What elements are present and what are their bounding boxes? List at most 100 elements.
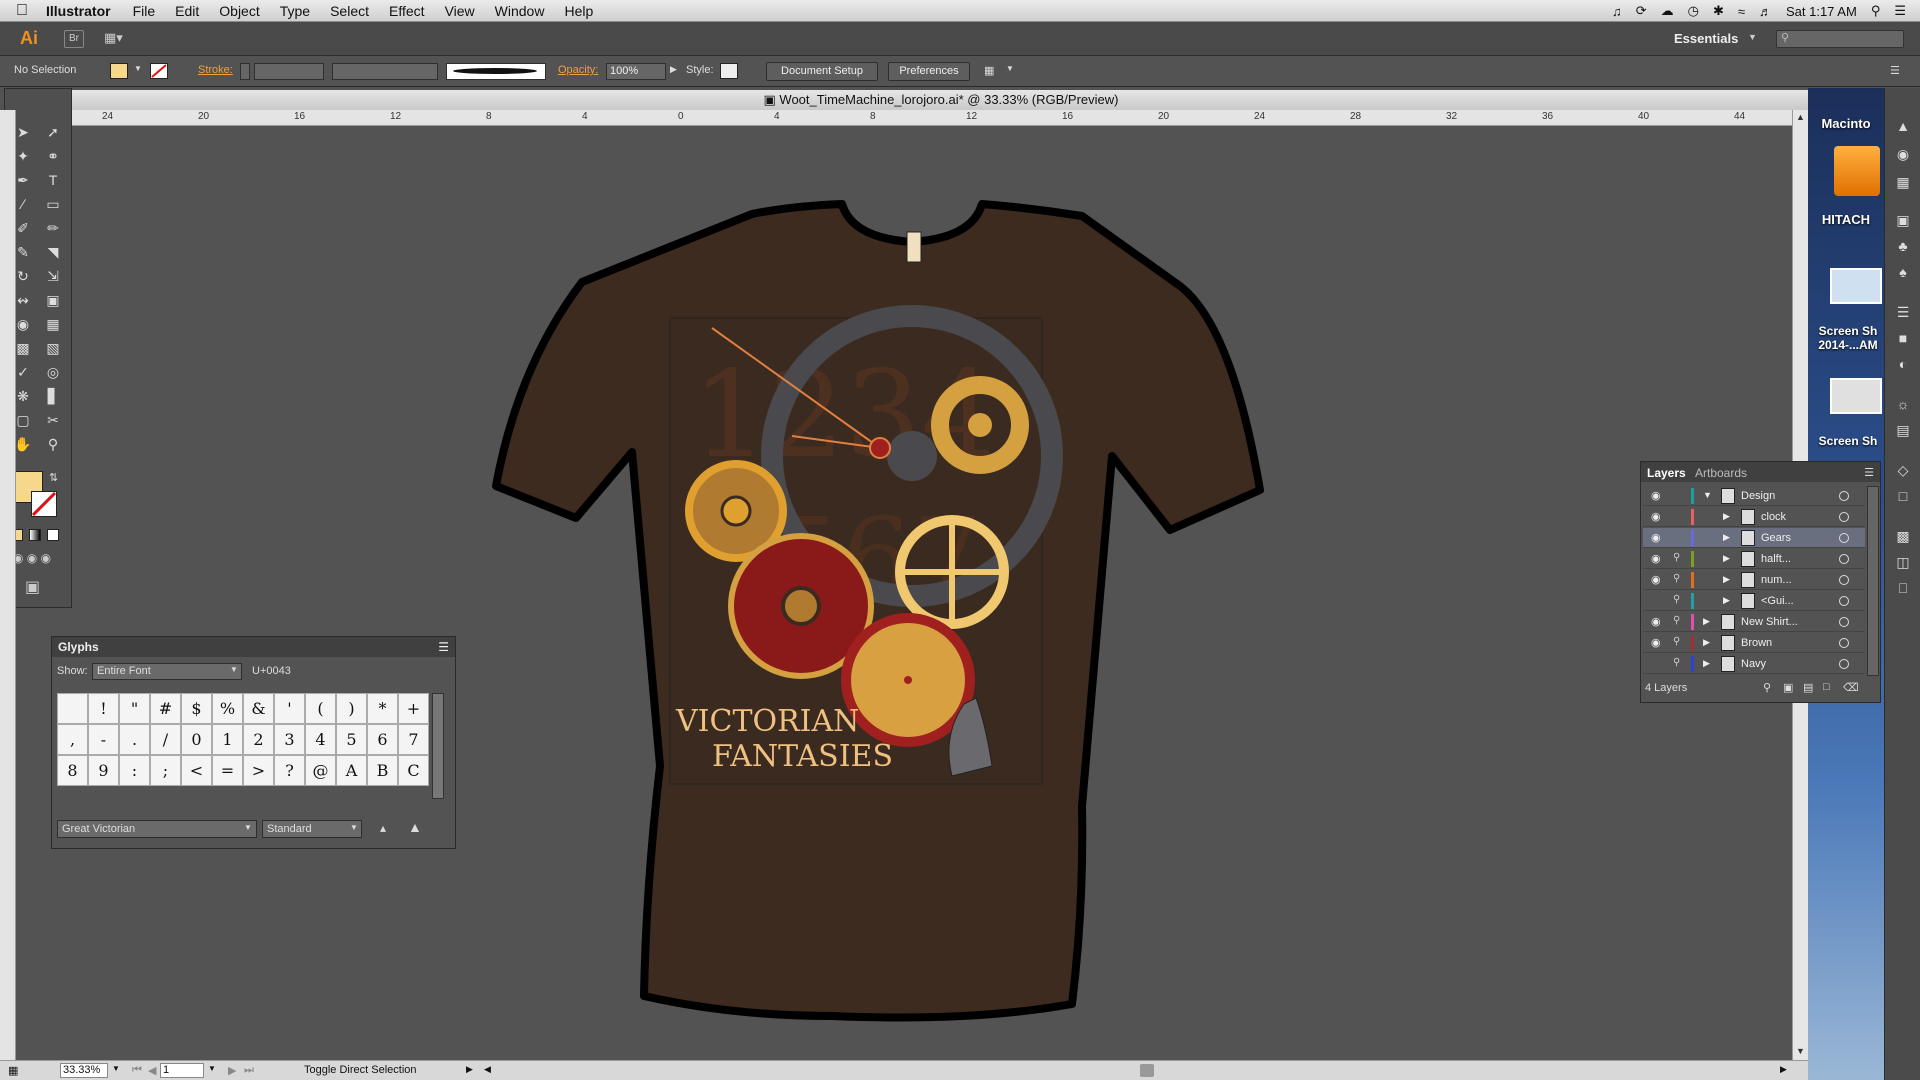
stroke-stepper[interactable] (240, 63, 250, 80)
visibility-eye-icon[interactable]: ◉ (1651, 615, 1661, 628)
layer-row[interactable]: ◉ ⚲ ▶ halft... (1643, 549, 1865, 569)
layer-name[interactable]: New Shirt... (1741, 616, 1798, 628)
menu-edit[interactable]: Edit (175, 3, 199, 19)
delete-layer-icon[interactable]: ⌫ (1843, 681, 1859, 694)
layer-row[interactable]: ◉ ▶ Gears (1643, 528, 1865, 548)
glyph-cell[interactable]: / (150, 724, 181, 755)
layer-row[interactable]: ◉ ▶ clock (1643, 507, 1865, 527)
zoom-field[interactable]: 33.33% (60, 1063, 108, 1078)
glyph-cell[interactable]: - (88, 724, 119, 755)
volume-icon[interactable]: ♬ (1759, 4, 1772, 19)
arrange-icon[interactable]: ▦ (984, 64, 994, 77)
visibility-eye-icon[interactable]: ◉ (1651, 573, 1661, 586)
glyph-cell[interactable]: , (57, 724, 88, 755)
stroke-label[interactable]: Stroke: (198, 64, 233, 76)
layer-name[interactable]: num... (1761, 574, 1792, 586)
time-machine-icon[interactable]: ◷ (1688, 3, 1699, 19)
target-circle-icon[interactable] (1839, 659, 1849, 669)
layer-row[interactable]: ◉ ⚲ ▶ Brown (1643, 633, 1865, 653)
menu-file[interactable]: File (133, 3, 156, 19)
glyph-cell[interactable]: * (367, 693, 398, 724)
menu-help[interactable]: Help (564, 3, 593, 19)
expand-triangle-icon[interactable]: ▶ (1723, 511, 1730, 522)
layer-name[interactable]: Design (1741, 490, 1775, 502)
lock-icon[interactable]: ⚲ (1673, 615, 1680, 626)
opacity-label[interactable]: Opacity: (558, 64, 598, 76)
slice-tool-icon[interactable]: ✂ (41, 409, 65, 431)
glyph-cell[interactable]: = (212, 755, 243, 786)
glyph-cell[interactable]: B (367, 755, 398, 786)
visibility-eye-icon[interactable]: ◉ (1651, 489, 1661, 502)
gradient-panel-icon[interactable]: ■ (1893, 330, 1913, 350)
glyph-cell[interactable]: @ (305, 755, 336, 786)
fill-swatch[interactable] (110, 63, 128, 79)
status-message[interactable]: Toggle Direct Selection (304, 1064, 417, 1076)
glyph-cell[interactable]: % (212, 693, 243, 724)
last-artboard-icon[interactable]: ⏭ (244, 1064, 254, 1077)
stroke-weight-field[interactable] (254, 63, 324, 80)
menu-object[interactable]: Object (219, 3, 259, 19)
scroll-right-icon[interactable]: ▶ (1780, 1064, 1787, 1075)
clipping-mask-icon[interactable]: ▣ (1783, 681, 1793, 694)
new-layer-icon[interactable]: □ (1823, 681, 1830, 693)
layers-scrollbar[interactable] (1867, 486, 1879, 676)
free-transform-tool-icon[interactable]: ▣ (41, 289, 65, 311)
show-select[interactable]: Entire Font (92, 663, 242, 680)
expand-triangle-icon[interactable]: ▶ (1703, 616, 1710, 627)
tab-layers[interactable]: Layers (1647, 466, 1686, 480)
type-tool-icon[interactable]: T (41, 169, 65, 191)
glyph-cell[interactable]: 8 (57, 755, 88, 786)
lock-icon[interactable]: ⚲ (1673, 657, 1680, 668)
fill-dropdown-icon[interactable]: ▼ (134, 64, 142, 73)
glyph-cell[interactable]: 2 (243, 724, 274, 755)
glyph-cell[interactable]: > (243, 755, 274, 786)
screenshot-thumbnail-1[interactable] (1830, 268, 1882, 304)
workspace-switcher[interactable]: Essentials (1674, 31, 1738, 46)
bridge-button[interactable]: Br (64, 30, 84, 48)
stroke-swatch[interactable] (150, 63, 168, 79)
glyph-cell[interactable]: ( (305, 693, 336, 724)
glyph-cell[interactable]: 5 (336, 724, 367, 755)
desktop-label-macintosh[interactable]: Macinto (1808, 116, 1884, 131)
sync-icon[interactable]: ⟳ (1636, 3, 1647, 19)
glyph-scrollbar[interactable] (432, 693, 444, 799)
layer-row[interactable]: ◉ ▼ Design (1643, 486, 1865, 506)
menu-window[interactable]: Window (495, 3, 545, 19)
opacity-arrow-icon[interactable]: ▶ (670, 64, 677, 75)
layer-row[interactable]: ◉ ⚲ ▶ New Shirt... (1643, 612, 1865, 632)
layer-row[interactable]: ⚲ ▶ Navy (1643, 654, 1865, 674)
show-dropdown-icon[interactable]: ▼ (230, 665, 238, 674)
lock-icon[interactable]: ⚲ (1673, 552, 1680, 563)
panel-menu-icon[interactable]: ☰ (1890, 64, 1900, 77)
glyph-cell[interactable]: . (119, 724, 150, 755)
lock-icon[interactable]: ⚲ (1673, 573, 1680, 584)
symbols-icon[interactable]: ♣ (1893, 238, 1913, 258)
document-setup-button[interactable]: Document Setup (766, 62, 878, 81)
artboard-dropdown-icon[interactable]: ▼ (208, 1064, 216, 1073)
vertical-ruler[interactable] (0, 110, 16, 1060)
layer-row[interactable]: ◉ ⚲ ▶ num... (1643, 570, 1865, 590)
lock-icon[interactable]: ⚲ (1673, 594, 1680, 605)
blend-tool-icon[interactable]: ◎ (41, 361, 65, 383)
glyph-cell[interactable]: A (336, 755, 367, 786)
bluetooth-icon[interactable]: ✱ (1713, 3, 1724, 19)
layers-panel-menu-icon[interactable]: ☰ (1864, 466, 1874, 479)
glyph-cell[interactable]: 9 (88, 755, 119, 786)
glyph-cell[interactable]: & (243, 693, 274, 724)
font-dropdown-icon[interactable]: ▼ (244, 823, 252, 832)
lasso-tool-icon[interactable]: ⚭ (41, 145, 65, 167)
artboards-icon[interactable]: □ (1893, 488, 1913, 508)
brush-definition-field[interactable] (446, 63, 546, 80)
expand-triangle-icon[interactable]: ▶ (1723, 553, 1730, 564)
visibility-eye-icon[interactable]: ◉ (1651, 531, 1661, 544)
glyph-cell[interactable]: 1 (212, 724, 243, 755)
rectangle-tool-icon[interactable]: ▭ (41, 193, 65, 215)
scale-tool-icon[interactable]: ⇲ (41, 265, 65, 287)
transparency-icon[interactable]: ◐ (1893, 356, 1913, 376)
glyph-cell[interactable]: ' (274, 693, 305, 724)
expand-triangle-icon[interactable]: ▶ (1703, 637, 1710, 648)
graphic-style-swatch[interactable] (720, 63, 738, 79)
menu-select[interactable]: Select (330, 3, 369, 19)
glyph-cell[interactable]: 0 (181, 724, 212, 755)
expand-triangle-icon[interactable]: ▶ (1723, 532, 1730, 543)
